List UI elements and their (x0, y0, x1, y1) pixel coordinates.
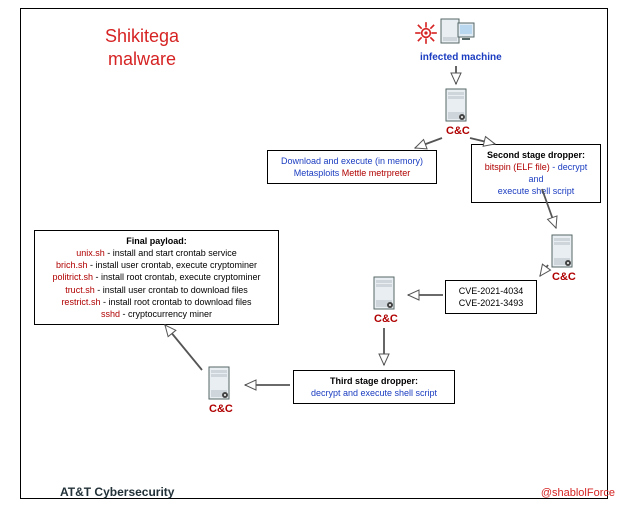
payload-title: Final payload: (41, 235, 272, 247)
payload-l2b: - install user crontab, execute cryptomi… (87, 260, 257, 270)
title-line1: Shikitega (105, 26, 179, 46)
cc4-server-icon (205, 365, 233, 408)
payload-box: Final payload: unix.sh - install and sta… (34, 230, 279, 325)
third-stage-box: Third stage dropper: decrypt and execute… (293, 370, 455, 404)
payload-l4b: - install user crontab to download files (95, 285, 248, 295)
payload-l1a: unix.sh (76, 248, 105, 258)
payload-l6b: - cryptocurrency miner (120, 309, 212, 319)
footer-right: @shablolForce (541, 487, 615, 499)
payload-l3b: - install root crontab, execute cryptomi… (93, 272, 261, 282)
virus-icon (413, 20, 439, 51)
cve-box: CVE-2021-4034 CVE-2021-3493 (445, 280, 537, 314)
cve-line2: CVE-2021-3493 (452, 297, 530, 309)
mettle-line1: Download and execute (in memory) (274, 155, 430, 167)
payload-l5a: restrict.sh (61, 297, 100, 307)
second-line2: execute shell script (478, 185, 594, 197)
third-stage-line1: decrypt and execute shell script (300, 387, 448, 399)
cc1-server-icon (442, 87, 470, 130)
payload-l4a: truct.sh (65, 285, 95, 295)
payload-l6a: sshd (101, 309, 120, 319)
infected-machine-label: infected machine (420, 52, 502, 63)
cve-line1: CVE-2021-4034 (452, 285, 530, 297)
cc2-label: C&C (552, 271, 576, 283)
cc3-label: C&C (374, 313, 398, 325)
mettle-box: Download and execute (in memory) Metaspl… (267, 150, 437, 184)
second-stage-title: Second stage dropper: (478, 149, 594, 161)
mettle-line2b: Mettle metrpreter (342, 168, 411, 178)
second-line1a: bitspin (ELF file) (485, 162, 550, 172)
title-line2: malware (108, 49, 176, 69)
diagram-title: Shikitega malware (105, 25, 179, 70)
cc4-label: C&C (209, 403, 233, 415)
mettle-line2a: Metasploits (294, 168, 342, 178)
footer-left: AT&T Cybersecurity (60, 485, 174, 499)
payload-l2a: brich.sh (56, 260, 88, 270)
third-stage-title: Third stage dropper: (300, 375, 448, 387)
cc1-label: C&C (446, 125, 470, 137)
payload-l5b: - install root crontab to download files (100, 297, 251, 307)
cc3-server-icon (370, 275, 398, 318)
payload-l3a: politrict.sh (52, 272, 93, 282)
cc2-server-icon (548, 233, 576, 276)
infected-machine-icon (438, 17, 476, 56)
payload-l1b: - install and start crontab service (105, 248, 237, 258)
second-stage-box: Second stage dropper: bitspin (ELF file)… (471, 144, 601, 203)
